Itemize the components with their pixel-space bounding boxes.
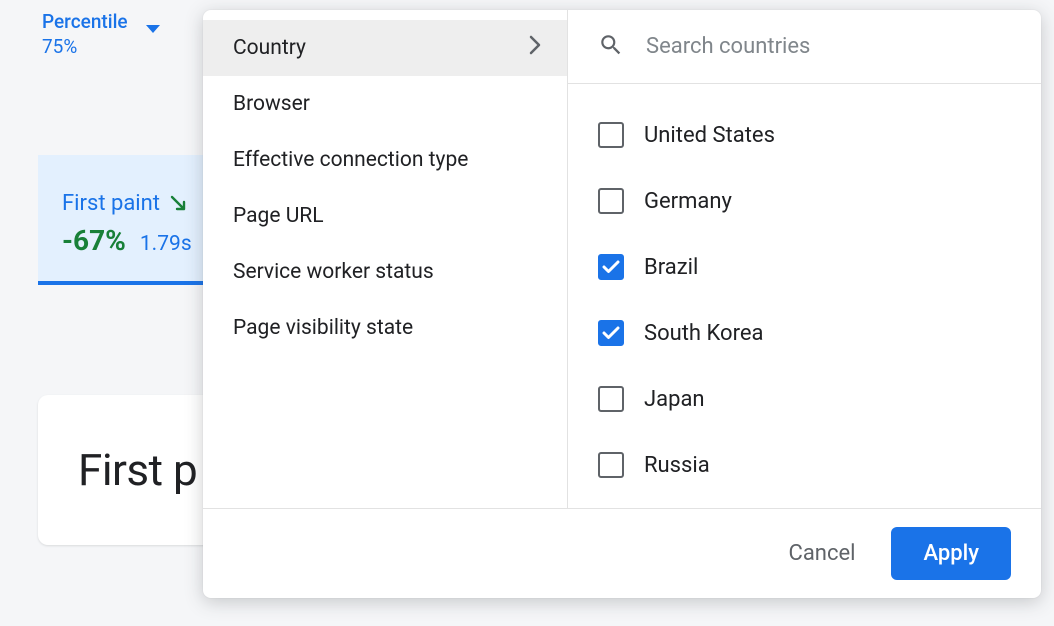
option-label: Russia — [644, 453, 710, 478]
option-label: Japan — [644, 387, 705, 412]
option-row[interactable]: United States — [568, 102, 1041, 168]
first-paint-delta: -67% — [62, 224, 126, 257]
apply-button[interactable]: Apply — [891, 527, 1011, 580]
caret-down-icon — [146, 18, 160, 37]
dimension-label: Browser — [233, 92, 310, 116]
option-label: United States — [644, 123, 775, 148]
checkbox[interactable] — [598, 452, 624, 478]
checkbox[interactable] — [598, 254, 624, 280]
first-paint-time: 1.79s — [140, 232, 192, 256]
dimension-label: Country — [233, 36, 306, 60]
option-row[interactable]: Germany — [568, 168, 1041, 234]
checkbox[interactable] — [598, 320, 624, 346]
dimension-item[interactable]: Browser — [203, 76, 567, 132]
option-row[interactable]: Russia — [568, 432, 1041, 498]
first-paint-label: First paint — [62, 191, 160, 216]
percentile-label: Percentile — [42, 10, 128, 35]
modal-footer: Cancel Apply — [203, 508, 1041, 598]
options-list: United States Germany Brazil South Korea Jap… — [568, 84, 1041, 508]
option-row[interactable]: South Korea — [568, 300, 1041, 366]
dimension-item[interactable]: Page visibility state — [203, 300, 567, 356]
search-input[interactable] — [646, 34, 1011, 59]
dimension-label: Effective connection type — [233, 148, 468, 172]
cancel-button[interactable]: Cancel — [783, 533, 862, 574]
trend-down-icon — [170, 193, 188, 216]
chevron-right-icon — [529, 35, 541, 61]
dimension-label: Service worker status — [233, 260, 434, 284]
search-row — [568, 10, 1041, 84]
dimension-label: Page URL — [233, 204, 324, 228]
search-icon — [598, 32, 624, 62]
filter-modal: Country Browser Effective connection type P… — [203, 10, 1041, 598]
dimension-item[interactable]: Service worker status — [203, 244, 567, 300]
dimension-label: Page visibility state — [233, 316, 413, 340]
percentile-value: 75% — [42, 35, 128, 60]
dimension-item[interactable]: Country — [203, 20, 567, 76]
percentile-dropdown[interactable]: Percentile 75% — [42, 10, 160, 59]
dimension-list: Country Browser Effective connection type P… — [203, 10, 568, 508]
option-label: South Korea — [644, 321, 763, 346]
option-label: Germany — [644, 189, 732, 214]
option-row[interactable]: Brazil — [568, 234, 1041, 300]
dimension-item[interactable]: Page URL — [203, 188, 567, 244]
heading-title: First p — [78, 444, 197, 496]
checkbox[interactable] — [598, 188, 624, 214]
checkbox[interactable] — [598, 122, 624, 148]
option-row[interactable]: Japan — [568, 366, 1041, 432]
checkbox[interactable] — [598, 386, 624, 412]
dimension-item[interactable]: Effective connection type — [203, 132, 567, 188]
option-label: Brazil — [644, 255, 698, 280]
